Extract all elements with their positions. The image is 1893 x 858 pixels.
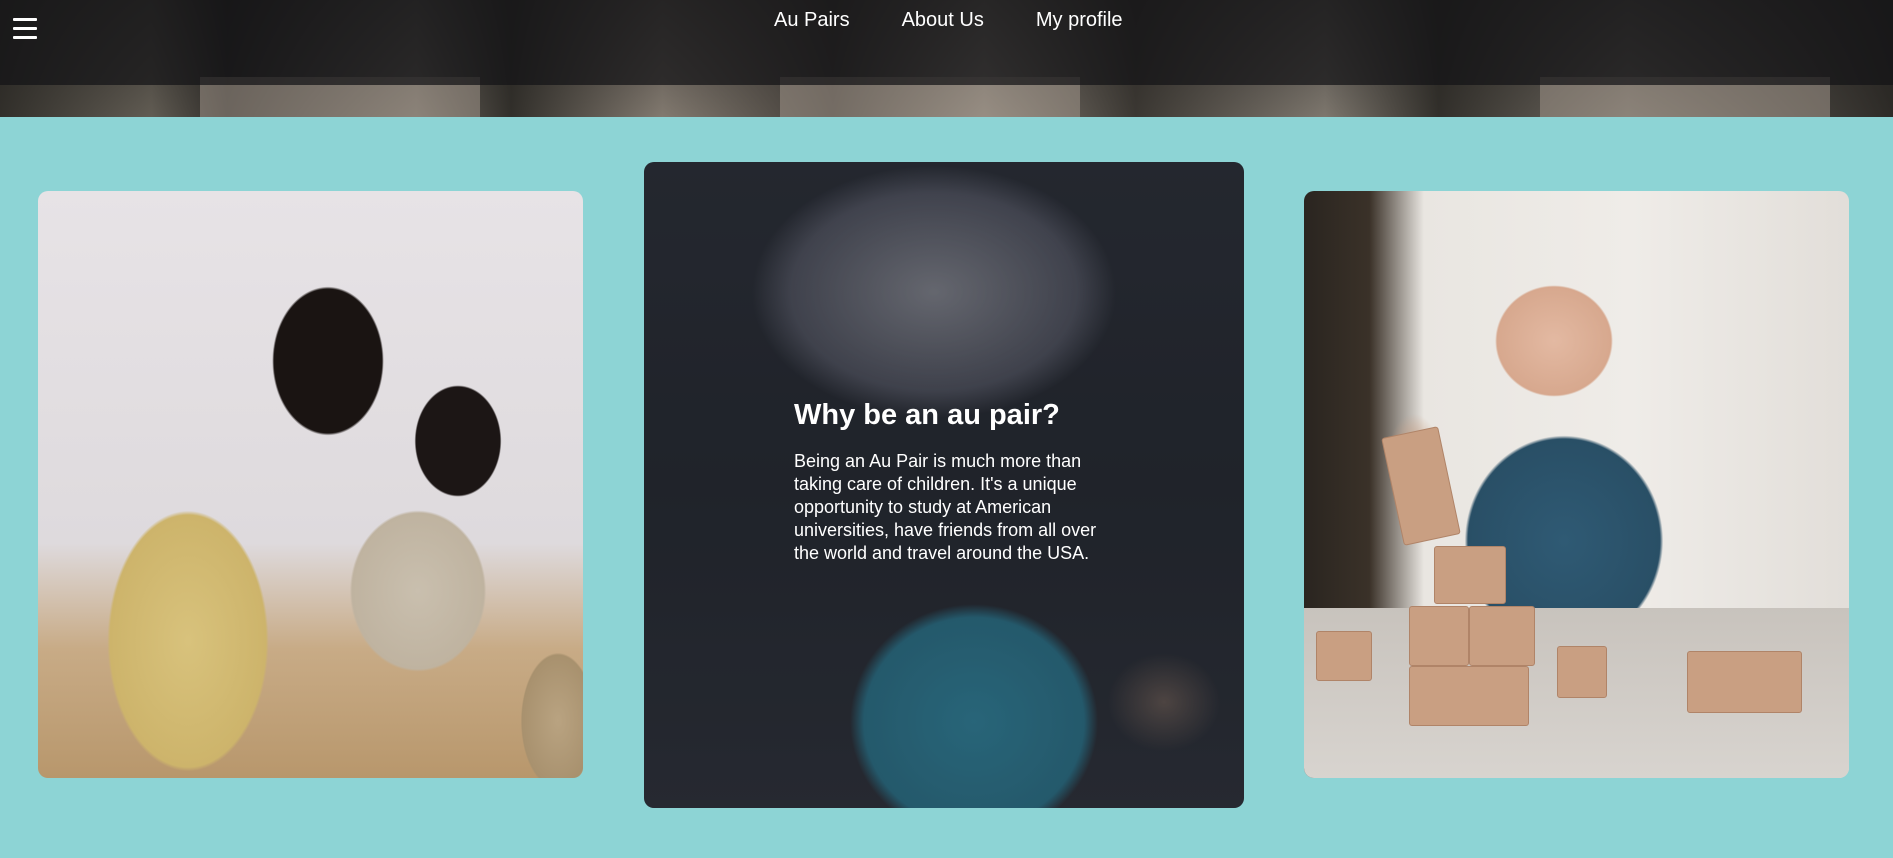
top-navigation-bar: Au Pairs About Us My profile xyxy=(0,0,1893,85)
card-text-block: Why be an au pair? Being an Au Pair is m… xyxy=(794,398,1104,565)
nav-link-my-profile[interactable]: My profile xyxy=(1036,8,1123,32)
nav-links: Au Pairs About Us My profile xyxy=(774,8,1123,32)
toy-block xyxy=(1316,631,1372,681)
nav-link-about-us[interactable]: About Us xyxy=(902,8,984,32)
toy-block xyxy=(1687,651,1802,713)
nav-link-au-pairs[interactable]: Au Pairs xyxy=(774,8,850,32)
card-title: Why be an au pair? xyxy=(794,399,1060,431)
mother-and-daughter-photo-card xyxy=(38,191,583,778)
toy-block xyxy=(1381,426,1461,546)
toy-block xyxy=(1434,546,1506,604)
toy-block xyxy=(1409,666,1529,726)
card-description: Being an Au Pair is much more than takin… xyxy=(794,451,1097,563)
toy-block xyxy=(1557,646,1607,698)
toy-block xyxy=(1409,606,1469,666)
toddler-blocks-photo-card xyxy=(1304,191,1849,778)
hamburger-menu-icon[interactable] xyxy=(13,18,37,40)
toy-block xyxy=(1469,606,1535,666)
why-au-pair-card: Why be an au pair? Being an Au Pair is m… xyxy=(644,162,1244,808)
